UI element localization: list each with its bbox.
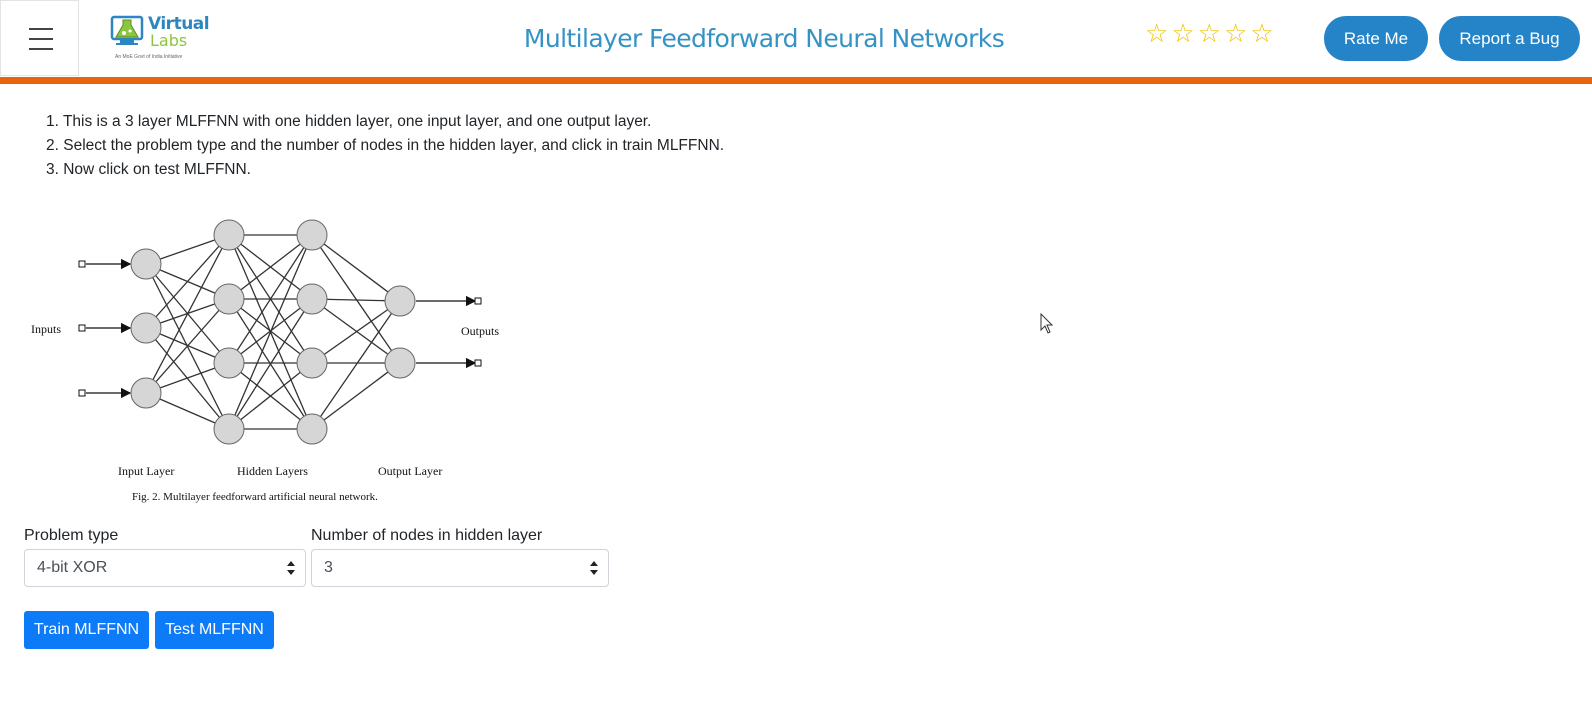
neuron-node [130, 377, 162, 409]
problem-type-select[interactable]: 4-bit XOR [24, 549, 306, 587]
neuron-node [213, 347, 245, 379]
neuron-node [296, 219, 328, 251]
neuron-node [296, 347, 328, 379]
mouse-cursor-icon [1040, 313, 1054, 334]
neuron-node [384, 347, 416, 379]
logo-word-labs: Labs [150, 31, 188, 50]
rate-me-button[interactable]: Rate Me [1324, 16, 1428, 61]
outputs-label: Outputs [461, 324, 499, 338]
output-layer-label: Output Layer [378, 464, 442, 478]
hidden-nodes-value: 3 [324, 559, 333, 576]
menu-icon-line [29, 48, 53, 50]
figure-caption: Fig. 2. Multilayer feedforward artificia… [132, 491, 378, 503]
io-terminal [78, 324, 86, 332]
hidden-layers-label: Hidden Layers [237, 464, 308, 478]
flask-icon [110, 15, 144, 45]
star-icon[interactable]: ☆ [1171, 20, 1194, 48]
neuron-node [296, 413, 328, 445]
star-icon[interactable]: ☆ [1250, 20, 1273, 48]
io-terminal [474, 359, 482, 367]
star-icon[interactable]: ☆ [1224, 20, 1247, 48]
io-terminal [78, 389, 86, 397]
network-connection [311, 362, 401, 430]
io-terminal [78, 260, 86, 268]
instruction-list: 1. This is a 3 layer MLFFNN with one hid… [46, 110, 724, 182]
train-mlffnn-button[interactable]: Train MLFFNN [24, 611, 149, 649]
test-mlffnn-button[interactable]: Test MLFFNN [155, 611, 274, 649]
network-edges [145, 234, 401, 430]
star-rating[interactable]: ☆ ☆ ☆ ☆ ☆ [1145, 20, 1274, 48]
network-diagram: Inputs Outputs Input Layer Hidden Layers… [31, 219, 499, 503]
star-icon[interactable]: ☆ [1145, 20, 1168, 48]
instruction-item: 1. This is a 3 layer MLFFNN with one hid… [46, 113, 652, 130]
sort-arrows-icon [590, 561, 598, 575]
hamburger-menu-button[interactable] [0, 0, 79, 76]
io-terminal [474, 297, 482, 305]
problem-type-value: 4-bit XOR [37, 559, 108, 576]
page-title: Multilayer Feedforward Neural Networks [523, 24, 1005, 53]
menu-icon-line [29, 38, 53, 40]
star-icon[interactable]: ☆ [1198, 20, 1221, 48]
header-divider [0, 77, 1592, 84]
neuron-node [384, 285, 416, 317]
sort-arrows-icon [287, 561, 295, 575]
neuron-node [130, 312, 162, 344]
top-header: Virtual Labs An MoE Govt of India Initia… [0, 0, 1592, 77]
instruction-item: 3. Now click on test MLFFNN. [46, 161, 251, 178]
input-layer-label: Input Layer [118, 464, 174, 478]
report-bug-button[interactable]: Report a Bug [1439, 16, 1580, 61]
neuron-node [213, 283, 245, 315]
logo-tagline: An MoE Govt of India Initiative [115, 54, 183, 60]
neuron-node [130, 248, 162, 280]
menu-icon-line [29, 28, 53, 30]
neuron-node [296, 283, 328, 315]
virtual-labs-logo[interactable]: Virtual Labs An MoE Govt of India Initia… [110, 12, 210, 64]
problem-type-label: Problem type [24, 527, 119, 544]
hidden-nodes-label: Number of nodes in hidden layer [311, 527, 543, 544]
neuron-node [213, 219, 245, 251]
hidden-nodes-select[interactable]: 3 [311, 549, 609, 587]
network-nodes [130, 219, 416, 445]
inputs-label: Inputs [31, 322, 61, 336]
instruction-item: 2. Select the problem type and the numbe… [46, 137, 725, 154]
neuron-node [213, 413, 245, 445]
